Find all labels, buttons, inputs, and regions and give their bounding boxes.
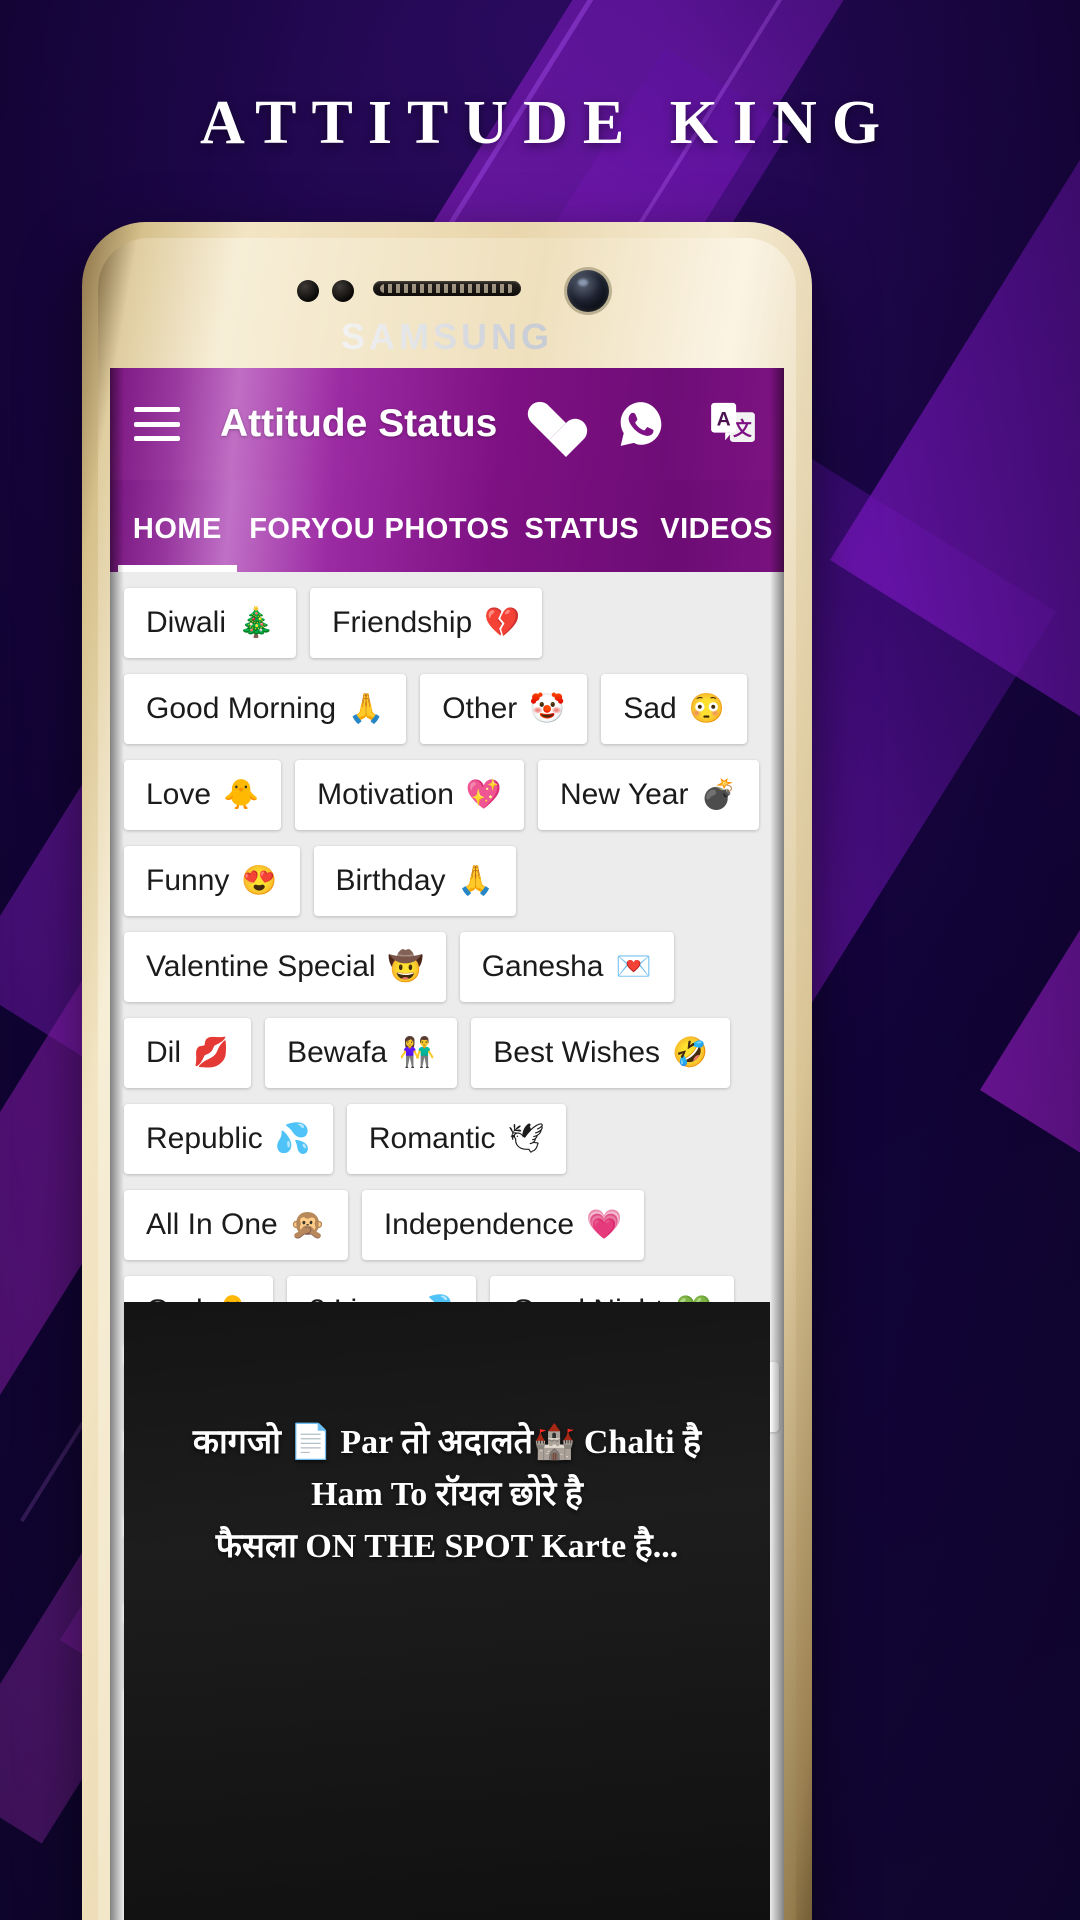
category-chip-label: Bewafa <box>287 1036 388 1069</box>
category-chip-emoji-icon: 🎄 <box>238 606 275 639</box>
page-headline: ATTITUDE KING <box>199 89 896 157</box>
category-chip-emoji-icon: 🤣 <box>672 1036 709 1069</box>
tab-videos[interactable]: VIDEOS <box>649 480 784 572</box>
status-line: कागजो 📄 Par तो अदालते🏰 Chalti है <box>192 1424 702 1461</box>
category-chip-emoji-icon: 🙏 <box>457 864 494 897</box>
category-chip-emoji-icon: 🙏 <box>348 692 385 725</box>
tab-photos[interactable]: PHOTOS <box>380 480 515 572</box>
front-camera-icon <box>567 270 609 312</box>
category-chip-emoji-icon: 🤡 <box>529 692 566 725</box>
tab-home[interactable]: HOME <box>110 480 245 572</box>
category-chip[interactable]: Diwali 🎄 <box>124 588 297 658</box>
proximity-sensor-icon <box>297 280 319 302</box>
status-text: कागजो 📄 Par तो अदालते🏰 Chalti है Ham To … <box>124 1420 770 1576</box>
category-chip[interactable]: All In One 🙊 <box>124 1190 348 1260</box>
category-chip-label: Sad <box>623 692 677 725</box>
category-chip[interactable]: Ganesha 💌 <box>459 932 674 1002</box>
category-chip-label: Best Wishes <box>493 1036 661 1069</box>
category-chip-label: All In One <box>146 1208 278 1241</box>
category-chip[interactable]: Motivation 💖 <box>295 760 525 830</box>
category-chip-emoji-icon: 💣 <box>700 778 737 811</box>
category-chip-emoji-icon: 💖 <box>465 778 503 811</box>
category-chip[interactable]: Good Morning 🙏 <box>124 674 407 744</box>
category-chip-label: Republic <box>146 1122 263 1155</box>
category-chip-label: Dil <box>146 1036 181 1069</box>
hamburger-menu-icon[interactable] <box>134 407 180 441</box>
earpiece-speaker <box>373 281 521 296</box>
category-chip-emoji-icon: 🕊 <box>507 1122 545 1155</box>
category-chip[interactable]: Sad 😳 <box>601 674 747 744</box>
category-chip-label: Motivation <box>317 778 454 811</box>
category-chip-emoji-icon: 🙊 <box>289 1208 326 1241</box>
category-chip[interactable]: Republic 💦 <box>124 1104 333 1174</box>
tab-status[interactable]: STATUS <box>514 480 649 572</box>
tab-foryou[interactable]: FORYOU <box>245 480 380 572</box>
category-chip-emoji-icon: 💋 <box>193 1036 230 1069</box>
phone-top-bezel: SAMSUNG <box>98 238 796 364</box>
category-chip[interactable]: Friendship 💔 <box>310 588 543 658</box>
page-title: Attitude Status <box>220 402 498 445</box>
category-chip-label: Friendship <box>332 606 473 639</box>
category-chip-label: Ganesha <box>481 950 604 983</box>
favorites-heart-icon[interactable] <box>524 399 574 449</box>
category-chip[interactable]: Dil 💋 <box>124 1018 252 1088</box>
category-chip-label: Birthday <box>335 864 446 897</box>
category-chip[interactable]: Funny 😍 <box>124 846 300 916</box>
light-sensor-icon <box>332 280 354 302</box>
status-line: Ham To रॉयल छोरे है <box>311 1475 583 1513</box>
translate-icon[interactable]: 文 A <box>708 399 758 449</box>
category-chip-label: Good Morning <box>146 692 337 725</box>
category-chip-emoji-icon: 💗 <box>586 1208 623 1241</box>
status-preview-card[interactable]: कागजो 📄 Par तो अदालते🏰 Chalti है Ham To … <box>124 1302 770 1920</box>
content-area: Diwali 🎄 Friendship 💔 Good Morning 🙏 Other 🤡 Sad… <box>110 572 784 1920</box>
category-chip[interactable]: New Year 💣 <box>538 760 759 830</box>
category-chip[interactable]: Valentine Special 🤠 <box>124 932 446 1002</box>
category-chip-label: Love <box>146 778 212 811</box>
category-chip-label: Funny <box>146 864 230 897</box>
category-chip[interactable]: Independence 💗 <box>361 1190 645 1260</box>
category-chip-emoji-icon: 🐥 <box>223 778 260 811</box>
category-chip[interactable]: Bewafa 👫 <box>265 1018 458 1088</box>
app-bar: Attitude Status 文 A <box>110 368 784 480</box>
category-chip-label: Diwali <box>146 606 227 639</box>
status-line: फैसला ON THE SPOT Karte है... <box>215 1527 679 1565</box>
phone-mockup: SAMSUNG Attitude Status 文 A HOME FORYOU … <box>82 222 812 1920</box>
category-chip-label: New Year <box>560 778 689 811</box>
category-chip-emoji-icon: 😍 <box>241 864 278 897</box>
app-bar-actions: 文 A <box>524 399 758 449</box>
svg-text:A: A <box>717 409 731 431</box>
category-chip[interactable]: Other 🤡 <box>420 674 588 744</box>
category-chip-emoji-icon: 🤠 <box>387 950 424 983</box>
category-chip[interactable]: Birthday 🙏 <box>313 846 516 916</box>
category-chip-label: Other <box>442 692 518 725</box>
category-chip[interactable]: Romantic 🕊 <box>346 1104 567 1174</box>
whatsapp-icon[interactable] <box>616 399 666 449</box>
device-brand-logo: SAMSUNG <box>98 316 796 358</box>
category-chip-label: Valentine Special <box>146 950 376 983</box>
tab-bar: HOME FORYOU PHOTOS STATUS VIDEOS <box>110 480 784 572</box>
category-chip[interactable]: Best Wishes 🤣 <box>471 1018 731 1088</box>
category-chip-label: Romantic <box>368 1122 496 1155</box>
category-chip-emoji-icon: 💦 <box>274 1122 311 1155</box>
phone-bezel: SAMSUNG Attitude Status 文 A HOME FORYOU … <box>98 238 796 1920</box>
category-chip-emoji-icon: 😳 <box>688 692 725 725</box>
category-chip-label: Independence <box>383 1208 575 1241</box>
category-chip[interactable]: Love 🐥 <box>124 760 282 830</box>
category-chip-emoji-icon: 👫 <box>399 1036 436 1069</box>
phone-screen: Attitude Status 文 A HOME FORYOU PHOTOS S… <box>110 368 784 1920</box>
category-chip-emoji-icon: 💔 <box>484 606 521 639</box>
category-chip-emoji-icon: 💌 <box>615 950 652 983</box>
